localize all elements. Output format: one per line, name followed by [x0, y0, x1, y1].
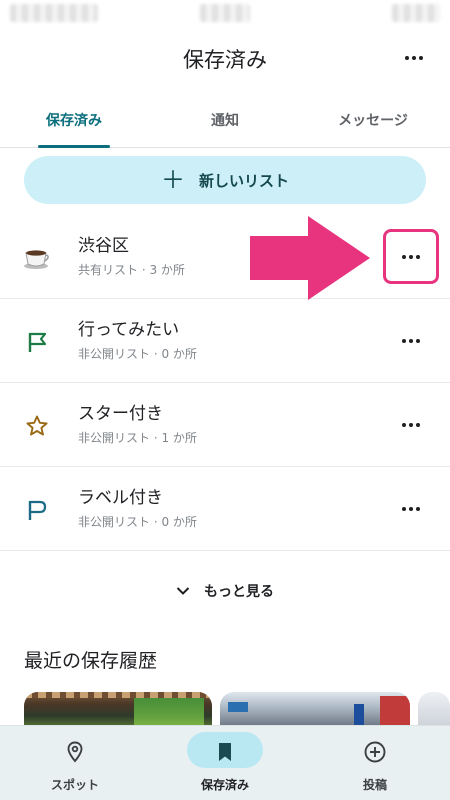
- annotation-highlight-box: [383, 229, 439, 284]
- list-name: 渋谷区: [78, 236, 129, 256]
- list-meta: 非公開リスト · 0 か所: [78, 515, 197, 529]
- list-item-want-to-go[interactable]: 行ってみたい 非公開リスト · 0 か所: [0, 299, 450, 383]
- list-more-button[interactable]: [396, 413, 426, 437]
- tab-messages[interactable]: メッセージ: [318, 110, 428, 130]
- tab-notifications[interactable]: 通知: [190, 110, 260, 130]
- app-header: 保存済み: [0, 36, 450, 80]
- list-meta: 非公開リスト · 0 か所: [78, 347, 197, 361]
- status-bar: [0, 0, 450, 28]
- status-time: [10, 4, 98, 22]
- flag-icon: [22, 327, 52, 357]
- new-list-button[interactable]: ＋ 新しいリスト: [24, 156, 426, 204]
- chevron-down-icon: [176, 587, 190, 595]
- bookmark-icon: [219, 743, 231, 761]
- location-pin-icon: [67, 741, 83, 763]
- status-center: [200, 4, 250, 22]
- coffee-cup-icon: [22, 243, 52, 273]
- list-item-labeled[interactable]: ラベル付き 非公開リスト · 0 か所: [0, 467, 450, 551]
- new-list-label: 新しいリスト: [198, 171, 289, 190]
- more-horiz-icon[interactable]: [400, 46, 428, 70]
- bottom-navigation: スポット 保存済み 投稿: [0, 725, 450, 800]
- list-meta: 非公開リスト · 1 か所: [78, 431, 197, 445]
- tab-saved[interactable]: 保存済み: [38, 110, 110, 130]
- label-flag-icon: [22, 495, 52, 525]
- nav-saved[interactable]: 保存済み: [165, 732, 285, 796]
- list-more-button[interactable]: [396, 329, 426, 353]
- list-name: 行ってみたい: [78, 320, 180, 340]
- tab-bar: 保存済み 通知 メッセージ: [0, 100, 450, 148]
- status-battery: [392, 4, 440, 22]
- screen: 保存済み 保存済み 通知 メッセージ ＋ 新しいリスト 渋谷区 共有リスト · …: [0, 0, 450, 800]
- list-meta: 共有リスト · 3 か所: [78, 263, 185, 277]
- recent-saves-heading: 最近の保存履歴: [24, 650, 158, 672]
- nav-spots[interactable]: スポット: [15, 732, 135, 796]
- nav-label: スポット: [50, 778, 99, 792]
- star-icon: [22, 411, 52, 441]
- annotation-arrow: [250, 216, 370, 300]
- list-item-starred[interactable]: スター付き 非公開リスト · 1 か所: [0, 383, 450, 467]
- list-name: スター付き: [78, 404, 163, 424]
- list-more-button[interactable]: [396, 497, 426, 521]
- page-title: 保存済み: [183, 48, 267, 72]
- nav-label: 保存済み: [200, 778, 249, 792]
- tab-indicator: [38, 145, 110, 148]
- list-name: ラベル付き: [78, 488, 163, 508]
- nav-post[interactable]: 投稿: [315, 732, 435, 796]
- add-circle-icon: [364, 741, 386, 763]
- nav-label: 投稿: [362, 778, 387, 792]
- plus-icon: ＋: [160, 166, 185, 194]
- see-more-label: もっと見る: [204, 584, 274, 600]
- see-more-button[interactable]: もっと見る: [0, 576, 450, 606]
